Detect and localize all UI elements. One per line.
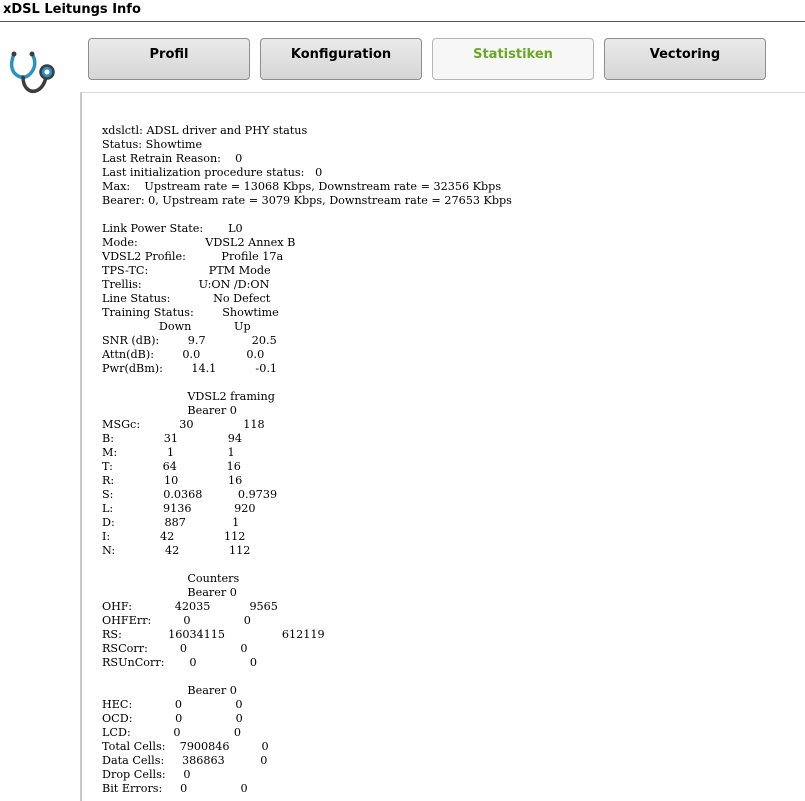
tab-statistiken[interactable]: Statistiken xyxy=(432,38,594,80)
title-bar: xDSL Leitungs Info xyxy=(0,0,805,22)
tab-vectoring[interactable]: Vectoring xyxy=(604,38,766,80)
stethoscope-icon xyxy=(9,51,55,93)
tab-profil[interactable]: Profil xyxy=(88,38,250,80)
xdsl-status-output: xdslctl: ADSL driver and PHY status Stat… xyxy=(102,124,512,795)
statistics-panel[interactable]: xdslctl: ADSL driver and PHY status Stat… xyxy=(80,92,805,801)
tab-konfiguration[interactable]: Konfiguration xyxy=(260,38,422,80)
app-title: xDSL Leitungs Info xyxy=(3,2,141,17)
